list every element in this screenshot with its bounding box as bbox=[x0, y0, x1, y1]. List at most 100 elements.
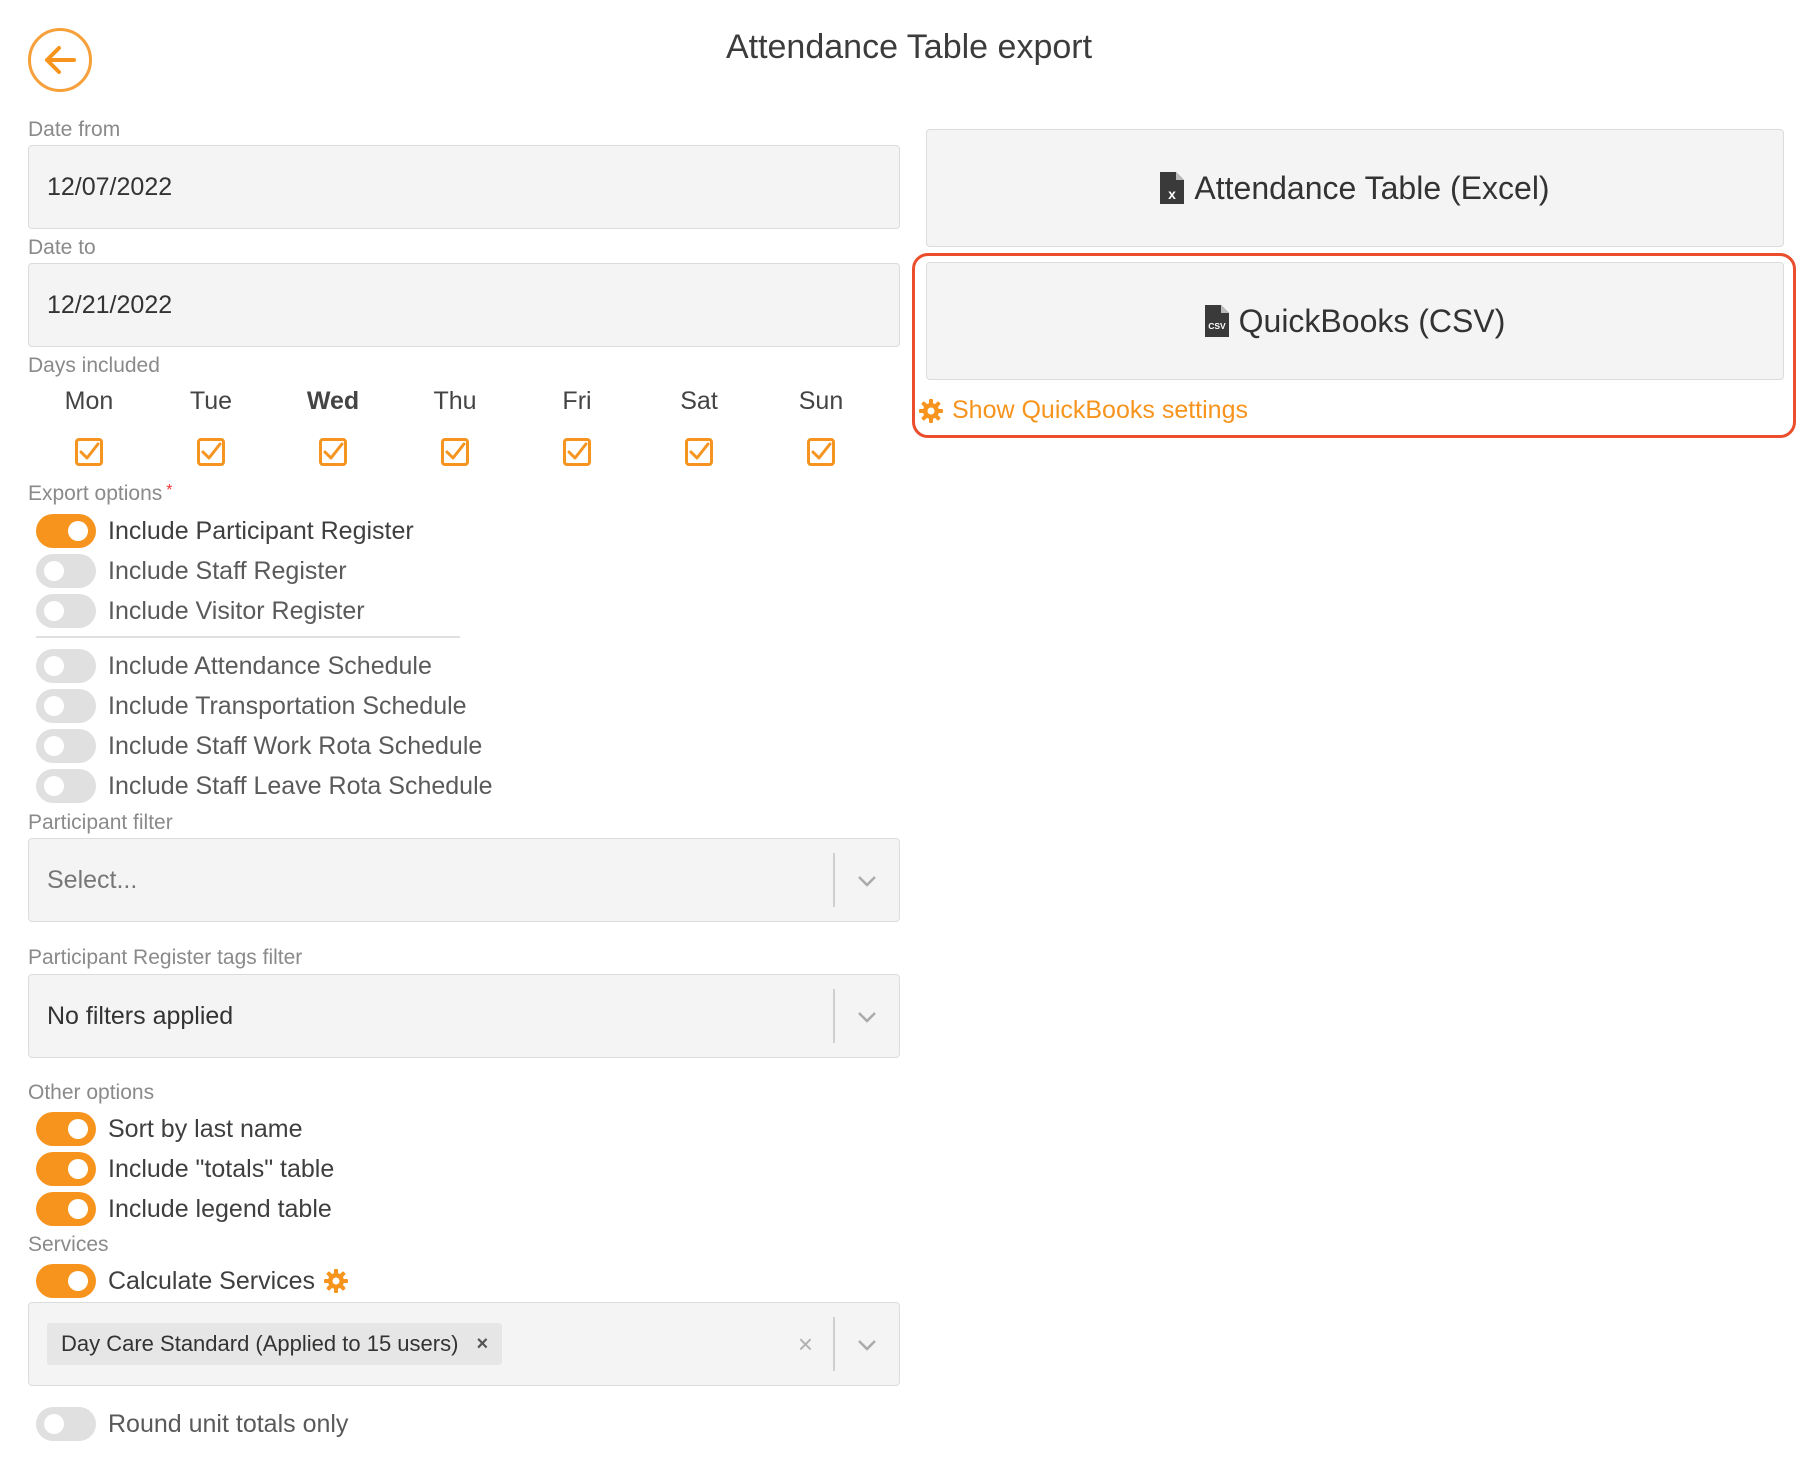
toggle-knob bbox=[68, 521, 88, 541]
export-option-toggle-row[interactable]: Include Staff Work Rota Schedule bbox=[36, 726, 482, 766]
toggle-knob bbox=[44, 1414, 64, 1434]
day-name: Tue bbox=[189, 387, 233, 415]
toggle-knob bbox=[44, 656, 64, 676]
export-option-toggle-row[interactable]: Include Transportation Schedule bbox=[36, 686, 467, 726]
export-option-toggle[interactable] bbox=[36, 769, 96, 803]
export-option-toggle[interactable] bbox=[36, 594, 96, 628]
checkmark-icon bbox=[323, 442, 344, 460]
service-tag-label: Day Care Standard (Applied to 15 users) bbox=[61, 1331, 459, 1356]
quickbooks-export-label: QuickBooks (CSV) bbox=[1238, 302, 1506, 339]
show-quickbooks-settings-link[interactable]: Show QuickBooks settings bbox=[918, 396, 1248, 425]
day-1: Tue bbox=[166, 384, 256, 466]
export-option-toggle[interactable] bbox=[36, 729, 96, 763]
day-3: Thu bbox=[410, 384, 500, 466]
toggle-knob bbox=[68, 1119, 88, 1139]
tags-filter-select[interactable]: No filters applied bbox=[28, 974, 900, 1058]
date-to-field[interactable]: 12/21/2022 bbox=[28, 263, 900, 347]
day-checkbox[interactable] bbox=[319, 438, 347, 466]
checkmark-icon bbox=[567, 442, 588, 460]
export-option-toggle-label: Include Attendance Schedule bbox=[108, 651, 432, 680]
round-unit-totals-label: Round unit totals only bbox=[108, 1409, 349, 1438]
day-checkbox[interactable] bbox=[75, 438, 103, 466]
checkmark-icon bbox=[79, 442, 100, 460]
checkmark-icon bbox=[689, 442, 710, 460]
chevron-down-icon[interactable] bbox=[855, 869, 879, 893]
gear-icon bbox=[918, 398, 944, 424]
day-checkbox[interactable] bbox=[807, 438, 835, 466]
toggle-knob bbox=[44, 601, 64, 621]
export-option-toggle-row[interactable]: Include Visitor Register bbox=[36, 591, 365, 631]
calculate-services-row[interactable]: Calculate Services bbox=[36, 1261, 349, 1301]
day-0: Mon bbox=[44, 384, 134, 466]
select-separator bbox=[833, 853, 835, 907]
export-option-toggle-label: Include Staff Register bbox=[108, 556, 347, 585]
export-options-label: Export options * bbox=[28, 482, 172, 506]
export-option-toggle[interactable] bbox=[36, 689, 96, 723]
gear-icon[interactable] bbox=[323, 1268, 349, 1294]
export-options-divider bbox=[36, 636, 460, 638]
other-option-toggle-label: Include legend table bbox=[108, 1194, 332, 1223]
export-option-toggle-row[interactable]: Include Attendance Schedule bbox=[36, 646, 432, 686]
file-csv-icon: CSV bbox=[1204, 305, 1229, 337]
calculate-services-label: Calculate Services bbox=[108, 1266, 316, 1295]
day-name: Thu bbox=[433, 387, 477, 415]
round-unit-totals-toggle[interactable] bbox=[36, 1407, 96, 1441]
day-checkbox[interactable] bbox=[685, 438, 713, 466]
export-option-toggle-row[interactable]: Include Staff Leave Rota Schedule bbox=[36, 766, 493, 806]
page-title: Attendance Table export bbox=[725, 28, 1093, 66]
days-included-label: Days included bbox=[28, 354, 160, 377]
toggle-knob bbox=[68, 1159, 88, 1179]
participant-filter-select[interactable]: Select... bbox=[28, 838, 900, 922]
services-select[interactable]: Day Care Standard (Applied to 15 users) … bbox=[28, 1302, 900, 1386]
date-from-value: 12/07/2022 bbox=[47, 172, 173, 201]
excel-export-button[interactable]: x Attendance Table (Excel) bbox=[926, 129, 1784, 247]
participant-filter-label: Participant filter bbox=[28, 811, 173, 834]
export-option-toggle-row[interactable]: Include Participant Register bbox=[36, 511, 414, 551]
svg-text:x: x bbox=[1169, 186, 1177, 202]
calculate-services-toggle[interactable] bbox=[36, 1264, 96, 1298]
select-separator bbox=[833, 989, 835, 1043]
date-to-label: Date to bbox=[28, 236, 96, 259]
select-separator bbox=[833, 1317, 835, 1371]
day-checkbox[interactable] bbox=[197, 438, 225, 466]
export-option-toggle[interactable] bbox=[36, 649, 96, 683]
excel-export-label: Attendance Table (Excel) bbox=[1194, 169, 1550, 206]
other-option-toggle[interactable] bbox=[36, 1112, 96, 1146]
export-option-toggle[interactable] bbox=[36, 514, 96, 548]
other-option-toggle[interactable] bbox=[36, 1152, 96, 1186]
checkmark-icon bbox=[201, 442, 222, 460]
day-5: Sat bbox=[654, 384, 744, 466]
date-from-field[interactable]: 12/07/2022 bbox=[28, 145, 900, 229]
day-2: Wed bbox=[288, 384, 378, 466]
chevron-down-icon[interactable] bbox=[855, 1333, 879, 1357]
toggle-knob bbox=[44, 736, 64, 756]
tags-filter-label: Participant Register tags filter bbox=[28, 946, 303, 969]
round-unit-totals-row[interactable]: Round unit totals only bbox=[36, 1404, 348, 1444]
other-option-toggle-row[interactable]: Include "totals" table bbox=[36, 1149, 334, 1189]
other-option-toggle-row[interactable]: Sort by last name bbox=[36, 1109, 303, 1149]
toggle-knob bbox=[68, 1271, 88, 1291]
export-option-toggle-row[interactable]: Include Staff Register bbox=[36, 551, 347, 591]
toggle-knob bbox=[68, 1199, 88, 1219]
service-tag: Day Care Standard (Applied to 15 users) … bbox=[47, 1323, 503, 1365]
other-option-toggle-row[interactable]: Include legend table bbox=[36, 1189, 332, 1229]
quickbooks-export-button[interactable]: CSV QuickBooks (CSV) bbox=[926, 262, 1784, 380]
chevron-down-icon[interactable] bbox=[855, 1005, 879, 1029]
day-6: Sun bbox=[776, 384, 866, 466]
day-checkbox[interactable] bbox=[563, 438, 591, 466]
day-checkbox[interactable] bbox=[441, 438, 469, 466]
services-label: Services bbox=[28, 1233, 109, 1256]
export-option-toggle[interactable] bbox=[36, 554, 96, 588]
clear-icon[interactable]: × bbox=[798, 1329, 813, 1360]
required-mark: * bbox=[166, 482, 173, 499]
checkmark-icon bbox=[445, 442, 466, 460]
export-option-toggle-label: Include Transportation Schedule bbox=[108, 691, 467, 720]
other-option-toggle[interactable] bbox=[36, 1192, 96, 1226]
participant-filter-placeholder: Select... bbox=[47, 866, 138, 894]
remove-tag-icon[interactable]: × bbox=[476, 1333, 488, 1356]
export-option-toggle-label: Include Visitor Register bbox=[108, 596, 365, 625]
day-name: Mon bbox=[64, 387, 114, 415]
export-options-label-text: Export options bbox=[28, 482, 163, 505]
day-name: Wed bbox=[306, 387, 360, 415]
other-option-toggle-label: Sort by last name bbox=[108, 1114, 303, 1143]
